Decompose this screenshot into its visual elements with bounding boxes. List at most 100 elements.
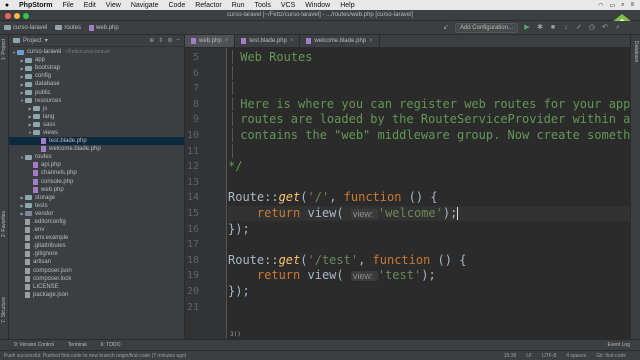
menu-edit[interactable]: Edit	[79, 2, 101, 9]
terminal-tab[interactable]: Terminal	[68, 342, 87, 348]
revert-icon[interactable]: ↶	[601, 24, 609, 32]
tree-item[interactable]: composer.json	[9, 267, 184, 275]
stop-icon[interactable]: ■	[549, 24, 557, 32]
hide-icon[interactable]: –	[177, 37, 180, 44]
debug-icon[interactable]: ✱	[536, 24, 544, 32]
version-control-tab[interactable]: 9: Version Control	[14, 342, 54, 348]
run-icon[interactable]: ▶	[523, 24, 531, 32]
tree-item[interactable]: ▶ app	[9, 56, 184, 64]
caret-position[interactable]: 15:38	[504, 353, 517, 359]
breadcrumb-project[interactable]: curso-laravel	[0, 25, 51, 31]
close-tab-icon[interactable]: ×	[290, 38, 294, 44]
menu-view[interactable]: View	[101, 2, 126, 9]
tree-item[interactable]: .env.example	[9, 234, 184, 242]
collapse-all-icon[interactable]: ⇕	[158, 37, 163, 44]
editor-tab[interactable]: welcome.blade.php ×	[300, 35, 380, 47]
code-line[interactable]	[228, 81, 630, 96]
tree-item[interactable]: .gitattributes	[9, 242, 184, 250]
code-line[interactable]: });	[228, 222, 630, 237]
line-separator[interactable]: LF	[526, 353, 532, 359]
code-line[interactable]	[228, 300, 630, 315]
tree-item[interactable]: ▶ js	[9, 105, 184, 113]
breadcrumb-file[interactable]: web.php	[85, 24, 123, 31]
wifi-icon[interactable]: ◠	[598, 2, 603, 9]
code-line[interactable]	[228, 175, 630, 190]
code-line[interactable]	[228, 237, 630, 252]
tree-item[interactable]: ▼ views	[9, 129, 184, 137]
tree-item[interactable]: artisan	[9, 258, 184, 266]
vcs-update-icon[interactable]: ↓	[562, 24, 570, 32]
menu-file[interactable]: File	[57, 2, 78, 9]
tree-item[interactable]: welcome.blade.php	[9, 145, 184, 153]
menu-app-name[interactable]: PhpStorm	[14, 2, 57, 9]
close-tab-icon[interactable]: ×	[369, 38, 373, 44]
apple-icon[interactable]: ●	[0, 2, 14, 9]
code-editor[interactable]: 3() Web Routes Here is where you can reg…	[228, 48, 630, 346]
menu-list-icon[interactable]: ≡	[630, 2, 634, 8]
menu-help[interactable]: Help	[335, 2, 359, 9]
favorites-tool-tab[interactable]: 2: Favorites	[1, 211, 7, 237]
tree-item[interactable]: ▶ lang	[9, 113, 184, 121]
tree-item[interactable]: .env	[9, 226, 184, 234]
editor-tab[interactable]: test.blade.php ×	[235, 35, 301, 47]
back-arrow-icon[interactable]: ↙	[442, 24, 450, 32]
code-line[interactable]: Route::get('/', function () {	[228, 190, 630, 205]
file-encoding[interactable]: UTF-8	[542, 353, 556, 359]
code-line[interactable]: */	[228, 159, 630, 174]
minimize-window-button[interactable]	[14, 13, 20, 19]
code-line[interactable]: return view( view: 'test');	[228, 268, 630, 283]
tree-item[interactable]: ▶ tests	[9, 202, 184, 210]
menu-run[interactable]: Run	[227, 2, 250, 9]
tree-item[interactable]: LICENSE	[9, 283, 184, 291]
tree-item[interactable]: ▶ config	[9, 72, 184, 80]
tree-item[interactable]: ▶ database	[9, 80, 184, 88]
tree-item[interactable]: ▶ vendor	[9, 210, 184, 218]
tree-item[interactable]: web.php	[9, 186, 184, 194]
add-configuration-button[interactable]: Add Configuration...	[454, 22, 518, 33]
tree-item[interactable]: composer.lock	[9, 275, 184, 283]
editor-tab[interactable]: web.php ×	[185, 35, 236, 47]
structure-tool-tab[interactable]: 7: Structure	[1, 297, 7, 323]
code-line[interactable]: Web Routes	[228, 50, 630, 65]
todo-tab[interactable]: 6: TODO	[101, 342, 121, 348]
search-everywhere-icon[interactable]: ⌕	[614, 24, 622, 32]
breadcrumb-routes[interactable]: routes	[51, 25, 85, 31]
history-icon[interactable]: ◷	[588, 24, 596, 32]
tree-item[interactable]: channels.php	[9, 169, 184, 177]
code-line[interactable]: routes are loaded by the RouteServicePro…	[228, 112, 630, 127]
menu-refactor[interactable]: Refactor	[190, 2, 226, 9]
close-window-button[interactable]	[5, 13, 11, 19]
code-line[interactable]: Route::get('/test', function () {	[228, 253, 630, 268]
tree-item[interactable]: console.php	[9, 178, 184, 186]
gear-icon[interactable]: ⚙	[167, 37, 172, 44]
code-line[interactable]: Here is where you can register web route…	[228, 96, 630, 112]
database-tool-tab[interactable]: Database	[633, 41, 639, 62]
event-log-tab[interactable]: Event Log	[607, 342, 640, 348]
project-tool-tab[interactable]: 1: Project	[1, 39, 7, 60]
git-branch[interactable]: Git: first-code	[596, 353, 626, 359]
code-line[interactable]	[228, 143, 630, 159]
chevron-down-icon[interactable]: ▾	[45, 37, 48, 44]
indent-setting[interactable]: 4 spaces	[566, 353, 586, 359]
tree-item[interactable]: api.php	[9, 161, 184, 169]
tree-item[interactable]: ▶ public	[9, 88, 184, 96]
tree-item[interactable]: package.json	[9, 291, 184, 299]
tree-item[interactable]: ▶ sass	[9, 121, 184, 129]
tree-item[interactable]: .editorconfig	[9, 218, 184, 226]
close-tab-icon[interactable]: ×	[225, 38, 229, 44]
code-line[interactable]: });	[228, 284, 630, 299]
menu-tools[interactable]: Tools	[250, 2, 276, 9]
code-line[interactable]: return view( view: 'welcome');	[228, 206, 630, 221]
tree-item[interactable]: ▼ curso-laravel ~/Fettz/curso-laravel	[9, 48, 184, 56]
tree-item[interactable]: ▼ resources	[9, 97, 184, 105]
tree-item[interactable]: .gitignore	[9, 250, 184, 258]
locate-icon[interactable]: ⊕	[149, 37, 154, 44]
menu-vcs[interactable]: VCS	[276, 2, 300, 9]
tree-item[interactable]: test.blade.php	[9, 137, 184, 146]
code-line[interactable]	[228, 65, 630, 81]
vcs-commit-icon[interactable]: ✓	[575, 24, 583, 32]
battery-icon[interactable]: ▭	[609, 2, 615, 9]
menu-code[interactable]: Code	[163, 2, 190, 9]
search-icon[interactable]: ⌕	[621, 2, 624, 9]
code-line[interactable]: contains the "web" middleware group. Now…	[228, 128, 630, 143]
